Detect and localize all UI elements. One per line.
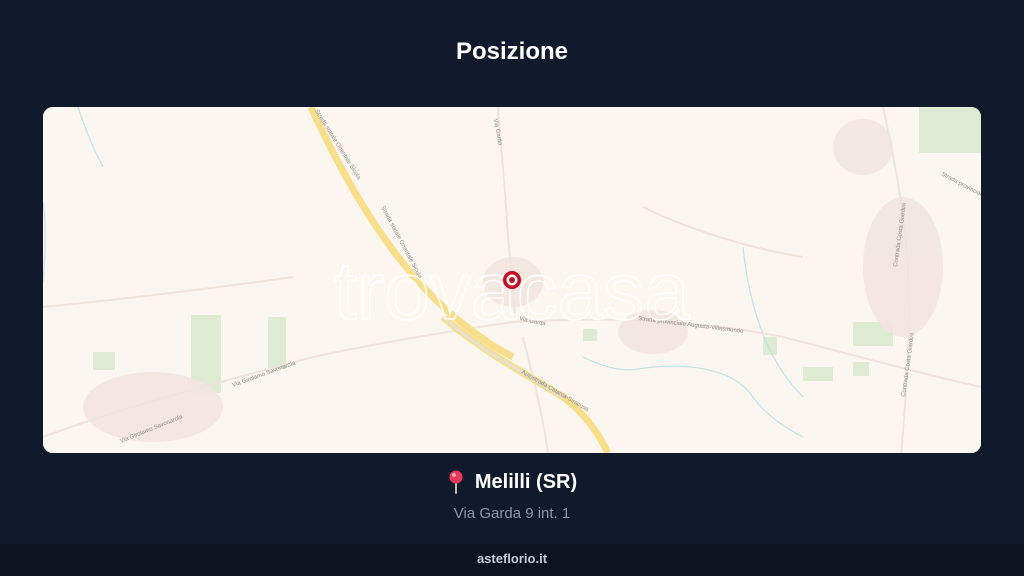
footer-site-name: asteflorio.it: [476, 551, 548, 566]
location-map[interactable]: Via Garda Strada statale Orientale Sicul…: [43, 107, 981, 453]
map-canvas: Via Garda Strada statale Orientale Sicul…: [43, 107, 981, 453]
page-title: Posizione: [455, 38, 569, 65]
location-address: Via Garda 9 int. 1: [453, 505, 571, 522]
location-name: Melilli (SR): [474, 470, 578, 493]
watermark-logo: trovacasa: [334, 246, 690, 337]
footer: asteflorio.it: [0, 544, 1024, 576]
location-name-row: Melilli (SR): [447, 470, 577, 494]
location-marker-icon[interactable]: [503, 271, 521, 289]
map-pin-icon: [447, 470, 465, 494]
location-info: Melilli (SR) Via Garda 9 int. 1: [0, 470, 1024, 522]
